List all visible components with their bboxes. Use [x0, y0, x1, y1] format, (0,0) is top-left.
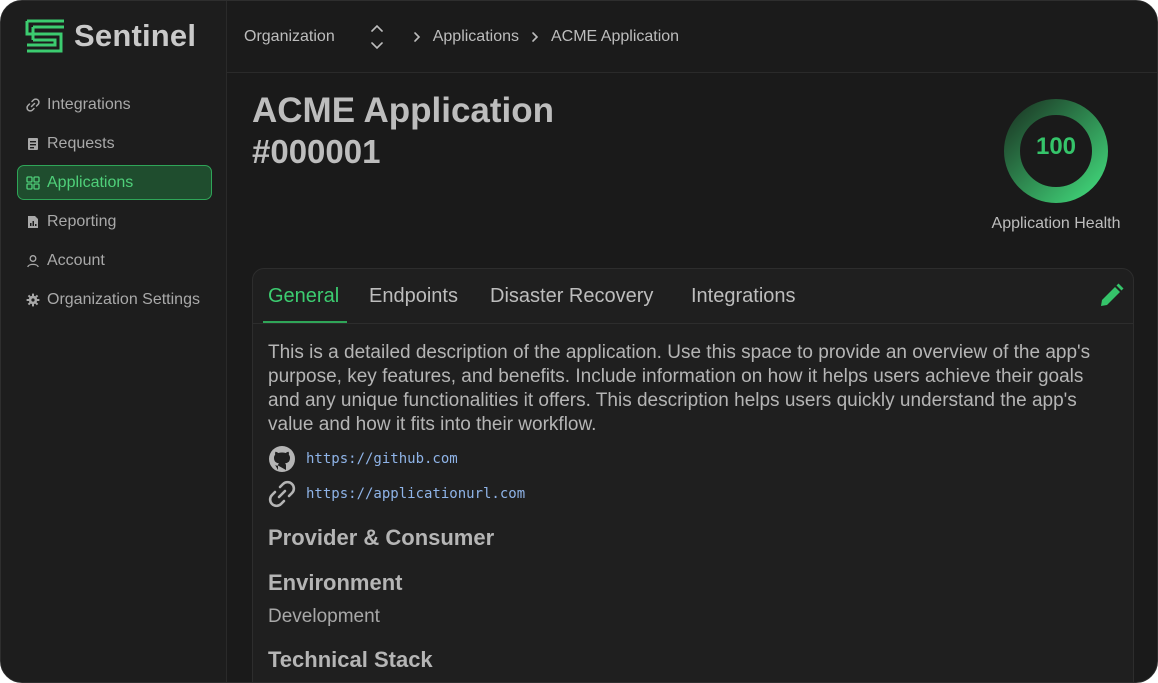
sidebar-item-label: Integrations [47, 95, 131, 113]
sentinel-logo-icon [25, 19, 64, 53]
grid-icon [26, 175, 40, 190]
sidebar-item-label: Organization Settings [47, 290, 200, 308]
tab-general[interactable]: General [268, 285, 339, 308]
tab-disaster-recovery[interactable]: Disaster Recovery [490, 285, 653, 308]
link-icon [26, 97, 40, 112]
sidebar-item-label: Account [47, 251, 105, 269]
application-id: #000001 [252, 133, 381, 170]
organization-switcher[interactable] [369, 23, 385, 51]
sidebar-item-reporting[interactable]: Reporting [17, 204, 212, 239]
sidebar-item-label: Reporting [47, 212, 117, 230]
page-title: ACME Application [252, 91, 555, 130]
report-icon [28, 215, 38, 228]
app-url-link-row: https://applicationurl.com [267, 479, 525, 509]
tab-integrations[interactable]: Integrations [691, 285, 796, 308]
chevron-right-icon [532, 31, 539, 42]
sidebar-item-integrations[interactable]: Integrations [17, 87, 212, 122]
breadcrumb-applications[interactable]: Applications [433, 28, 519, 46]
app-name: Sentinel [74, 18, 197, 53]
provider-consumer-heading: Provider & Consumer [268, 525, 495, 550]
chevron-right-icon [413, 31, 420, 42]
tab-endpoints[interactable]: Endpoints [369, 285, 458, 308]
breadcrumb-current: ACME Application [551, 27, 680, 45]
tab-bar: General Endpoints Disaster Recovery Inte… [253, 269, 1133, 324]
sidebar-item-organization-settings[interactable]: Organization Settings [17, 282, 212, 317]
breadcrumb-organization[interactable]: Organization [244, 28, 335, 46]
environment-value: Development [268, 606, 380, 627]
application-description: This is a detailed description of the ap… [268, 342, 1091, 435]
application-url-link[interactable]: https://applicationurl.com [306, 486, 525, 502]
chevron-down-icon [370, 41, 383, 49]
breadcrumb: Organization Applications ACME Applicati… [227, 1, 1157, 73]
logo[interactable]: Sentinel [24, 18, 196, 54]
health-score: 100 [1035, 133, 1077, 160]
sidebar-item-requests[interactable]: Requests [17, 126, 212, 161]
sidebar-item-label: Applications [47, 173, 134, 191]
details-card: General Endpoints Disaster Recovery Inte… [252, 268, 1134, 682]
app-window: Sentinel Integrations Requests Applicati… [0, 0, 1158, 683]
pencil-icon[interactable] [1097, 282, 1125, 310]
sidebar-item-label: Requests [47, 134, 115, 152]
user-icon [27, 254, 39, 267]
github-link-row: https://github.com [267, 444, 458, 474]
active-tab-indicator [263, 321, 347, 323]
link-icon [268, 480, 296, 508]
sidebar-item-applications[interactable]: Applications [17, 165, 212, 200]
github-icon [269, 446, 295, 472]
technical-stack-heading: Technical Stack [268, 647, 433, 672]
main-content: ACME Application #000001 100 Application… [227, 73, 1157, 682]
chevron-up-icon [370, 24, 383, 32]
sidebar: Sentinel Integrations Requests Applicati… [1, 1, 227, 682]
gear-icon [26, 293, 40, 306]
sidebar-item-account[interactable]: Account [17, 243, 212, 278]
clipboard-icon [28, 137, 38, 150]
health-label: Application Health [991, 215, 1121, 232]
environment-heading: Environment [268, 570, 403, 595]
github-link[interactable]: https://github.com [306, 451, 458, 467]
sidebar-nav: Integrations Requests Applications Repor… [17, 87, 212, 321]
